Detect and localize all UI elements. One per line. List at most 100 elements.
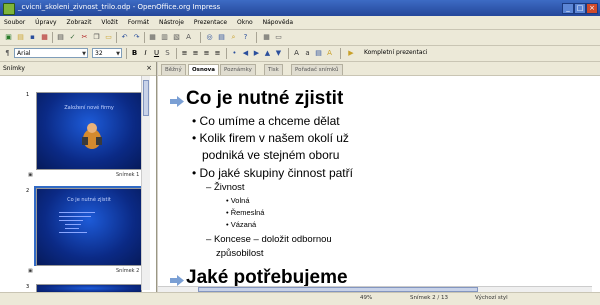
slide-icon: [170, 96, 184, 107]
slide-thumbnail-1[interactable]: Založení nové firmy: [36, 92, 142, 170]
tab-normal[interactable]: Běžný: [161, 64, 186, 75]
outline-subsubbullet[interactable]: • Řemeslná: [226, 208, 264, 217]
slide-icon: [170, 275, 184, 286]
slide-thumbnail-title: Založení nové firmy: [64, 105, 114, 111]
chart-icon[interactable]: ▥: [160, 33, 169, 42]
menu-soubor[interactable]: Soubor: [0, 16, 29, 29]
formatting-toolbar: ¶ Arial ▼ 32 ▼ B I U S ≡ ≡ ≡ ≡ • ◀ ▶ ▲ ▼…: [0, 46, 600, 62]
copy-icon[interactable]: ❐: [92, 33, 101, 42]
scrollbar-thumb[interactable]: [143, 80, 149, 116]
slide-thumbnail-label: Snímek 1: [116, 172, 140, 178]
justify-icon[interactable]: ≡: [213, 49, 222, 58]
close-panel-icon[interactable]: ×: [146, 64, 152, 72]
save-icon[interactable]: ▪: [28, 33, 37, 42]
print-icon[interactable]: ▤: [56, 33, 65, 42]
slides-panel-scrollbar[interactable]: [141, 76, 150, 290]
outline-bullet-continuation[interactable]: podniká ve stejném oboru: [202, 148, 339, 162]
status-bar: 49% Snímek 2 / 13 Výchozí styl: [0, 292, 600, 305]
tab-outline[interactable]: Osnova: [188, 64, 219, 75]
chevron-down-icon: ▼: [116, 51, 120, 57]
menu-prezentace[interactable]: Prezentace: [190, 16, 231, 29]
minimize-button[interactable]: _: [562, 3, 574, 14]
menu-napoveda[interactable]: Nápověda: [259, 16, 297, 29]
italic-icon[interactable]: I: [141, 49, 150, 58]
layout-button-label: Kompletní prezentaci: [364, 49, 428, 56]
menu-format[interactable]: Formát: [124, 16, 153, 29]
styles-icon[interactable]: ¶: [3, 49, 12, 58]
outline-bullet[interactable]: • Kolik firem v našem okolí už: [192, 131, 349, 145]
outline-subsubbullet[interactable]: • Volná: [226, 196, 250, 205]
outline-subsubbullet[interactable]: • Vázaná: [226, 220, 256, 229]
font-name-combo[interactable]: Arial ▼: [14, 48, 88, 58]
outline-bullet[interactable]: • Co umíme a chceme dělat: [192, 114, 340, 128]
demote-icon[interactable]: ▶: [252, 49, 261, 58]
underline-icon[interactable]: U: [152, 49, 161, 58]
align-right-icon[interactable]: ≡: [202, 49, 211, 58]
paste-icon[interactable]: ▭: [104, 33, 113, 42]
outline-slide-title[interactable]: Co je nutné zjistit: [186, 88, 343, 110]
impress-app-icon: [3, 3, 15, 15]
export-pdf-icon[interactable]: ▦: [40, 33, 49, 42]
redo-icon[interactable]: ↷: [132, 33, 141, 42]
zoom-icon[interactable]: ⌕: [229, 33, 238, 42]
align-left-icon[interactable]: ≡: [180, 49, 189, 58]
slide-number: 1: [26, 92, 30, 98]
navigator-icon[interactable]: ◎: [205, 33, 214, 42]
cut-icon[interactable]: ✂: [80, 33, 89, 42]
menu-zobrazit[interactable]: Zobrazit: [63, 16, 96, 29]
outline-subbullet-continuation[interactable]: způsobilost: [216, 248, 264, 259]
shadow-icon[interactable]: S: [163, 49, 172, 58]
slides-panel: Snímky × 1 Založení nové firmy ▣ Snímek …: [0, 62, 157, 293]
new-document-icon[interactable]: ▣: [4, 33, 13, 42]
grid-icon[interactable]: ▦: [262, 33, 271, 42]
slide-thumbnail-status-icon: ▣: [28, 172, 33, 178]
slide-thumbnail-2[interactable]: Co je nutné zjistit: [36, 188, 142, 266]
display-icon[interactable]: ▭: [274, 33, 283, 42]
image-icon[interactable]: ▧: [172, 33, 181, 42]
font-size-combo[interactable]: 32 ▼: [92, 48, 122, 58]
slide-counter: Snímek 2 / 13: [410, 295, 449, 301]
undo-icon[interactable]: ↶: [120, 33, 129, 42]
maximize-button[interactable]: □: [574, 3, 586, 14]
promote-icon[interactable]: ◀: [241, 49, 250, 58]
view-tabs: Běžný Osnova Poznámky Tisk Pořadač snímk…: [158, 62, 600, 76]
menu-upravy[interactable]: Úpravy: [31, 16, 60, 29]
outline-view[interactable]: Co je nutné zjistit • Co umíme a chceme …: [158, 76, 600, 292]
figure-illustration-icon: [82, 123, 102, 149]
menu-nastroje[interactable]: Nástroje: [155, 16, 188, 29]
presentation-icon[interactable]: ▶: [344, 49, 358, 58]
font-color-icon[interactable]: A: [325, 49, 334, 58]
align-center-icon[interactable]: ≡: [191, 49, 200, 58]
close-button[interactable]: ×: [586, 3, 598, 14]
layout-button[interactable]: Kompletní prezentaci: [362, 48, 432, 58]
bold-icon[interactable]: B: [130, 49, 139, 58]
spellcheck-icon[interactable]: ✓: [68, 33, 77, 42]
open-folder-icon[interactable]: ▤: [16, 33, 25, 42]
slide-thumbnail-status-icon: ▣: [28, 268, 33, 274]
tab-slide-sorter[interactable]: Pořadač snímků: [291, 64, 343, 75]
help-icon[interactable]: ?: [241, 33, 250, 42]
slide-thumbnail-label: Snímek 2: [116, 268, 140, 274]
table-icon[interactable]: ▦: [148, 33, 157, 42]
decrease-font-icon[interactable]: a: [303, 49, 312, 58]
fontwork-icon[interactable]: A: [184, 33, 193, 42]
outline-subbullet[interactable]: – Koncese – doložit odbornou: [206, 234, 332, 245]
slides-panel-title: Snímky: [3, 65, 25, 72]
outline-bullet[interactable]: • Do jaké skupiny činnost patří: [192, 166, 353, 180]
increase-font-icon[interactable]: A: [292, 49, 301, 58]
bullets-icon[interactable]: •: [230, 49, 239, 58]
character-icon[interactable]: ▤: [314, 49, 323, 58]
zoom-level[interactable]: 49%: [360, 295, 372, 301]
menu-vlozit[interactable]: Vložit: [97, 16, 122, 29]
slide-number: 3: [26, 284, 30, 290]
current-style: Výchozí styl: [475, 295, 508, 301]
tab-handout[interactable]: Tisk: [264, 64, 283, 75]
menu-okno[interactable]: Okno: [233, 16, 257, 29]
font-name-value: Arial: [17, 50, 31, 57]
gallery-icon[interactable]: ▤: [217, 33, 226, 42]
move-up-icon[interactable]: ▲: [263, 49, 272, 58]
outline-subbullet[interactable]: – Živnost: [206, 182, 245, 193]
standard-toolbar: ▣ ▤ ▪ ▦ ▤ ✓ ✂ ❐ ▭ ↶ ↷ ▦ ▥ ▧ A ◎ ▤ ⌕ ? ▦ …: [0, 30, 600, 46]
move-down-icon[interactable]: ▼: [274, 49, 283, 58]
tab-notes[interactable]: Poznámky: [220, 64, 256, 75]
